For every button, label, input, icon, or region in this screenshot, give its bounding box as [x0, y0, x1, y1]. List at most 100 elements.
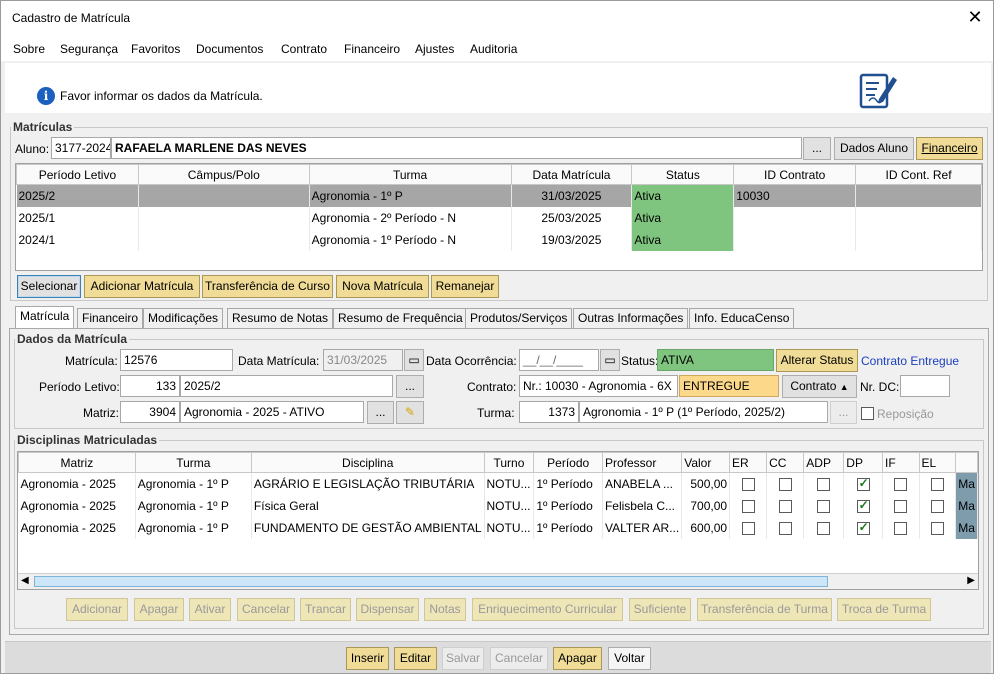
col-er[interactable]: ER [729, 452, 768, 473]
troca-turma-button[interactable]: Troca de Turma [837, 598, 931, 621]
notas-button[interactable]: Notas [424, 598, 466, 621]
turma-search-button[interactable]: ... [830, 401, 857, 424]
table-row[interactable]: Agronomia - 2025 Agronomia - 1º P Física… [18, 494, 978, 517]
periodo-code-field[interactable]: 133 [120, 375, 180, 397]
tab-info-educacenso[interactable]: Info. EducaCenso [689, 308, 795, 328]
turma-field[interactable]: Agronomia - 1º P (1º Período, 2025/2) [579, 401, 828, 423]
el-checkbox[interactable] [930, 477, 944, 491]
dp-checkbox[interactable] [856, 476, 870, 491]
col-id-contrato[interactable]: ID Contrato [733, 164, 857, 185]
tab-matricula[interactable]: Matrícula [15, 306, 75, 328]
cc-checkbox[interactable] [778, 477, 792, 491]
col-matriz[interactable]: Matriz [18, 452, 136, 473]
contrato-entregue-link[interactable]: Contrato Entregue [861, 354, 959, 368]
editar-button[interactable]: Editar [394, 647, 437, 670]
menu-documentos[interactable]: Documentos [196, 42, 263, 56]
menu-favoritos[interactable]: Favoritos [131, 42, 180, 56]
adicionar-disciplina-button[interactable]: Adicionar [66, 598, 128, 621]
el-checkbox[interactable] [930, 499, 944, 513]
matriz-code-field[interactable]: 3904 [120, 401, 180, 423]
periodo-field[interactable]: 2025/2 [180, 375, 393, 397]
horizontal-scrollbar[interactable]: ◀ ▶ [18, 573, 978, 589]
transferencia-curso-button[interactable]: Transferência de Curso [202, 275, 333, 298]
close-icon[interactable]: ✕ [965, 7, 985, 27]
adicionar-matricula-button[interactable]: Adicionar Matrícula [84, 275, 200, 298]
if-checkbox[interactable] [894, 477, 908, 491]
col-campus[interactable]: Câmpus/Polo [137, 164, 310, 185]
menu-financeiro[interactable]: Financeiro [344, 42, 400, 56]
matriz-search-button[interactable]: ... [367, 401, 394, 424]
menu-contrato[interactable]: Contrato [281, 42, 327, 56]
tab-produtos-servicos[interactable]: Produtos/Serviços [465, 308, 573, 328]
scroll-right-icon[interactable]: ▶ [967, 575, 975, 586]
apagar-disciplina-button[interactable]: Apagar [134, 598, 184, 621]
col-periodo[interactable]: Período Letivo [16, 164, 139, 185]
matricula-field[interactable]: 12576 [120, 349, 233, 371]
scrollbar-thumb[interactable] [34, 576, 828, 587]
cancelar-button[interactable]: Cancelar [490, 647, 548, 670]
col-turma[interactable]: Turma [134, 452, 252, 473]
dados-aluno-button[interactable]: Dados Aluno [834, 137, 914, 160]
aluno-search-button[interactable]: ... [803, 137, 831, 160]
col-professor[interactable]: Professor [601, 452, 683, 473]
selecionar-button[interactable]: Selecionar [17, 275, 81, 298]
col-adp[interactable]: ADP [803, 452, 845, 473]
ativar-button[interactable]: Ativar [189, 598, 231, 621]
aluno-name-field[interactable]: RAFAELA MARLENE DAS NEVES [111, 137, 802, 159]
col-turma[interactable]: Turma [308, 164, 512, 185]
dp-checkbox[interactable] [856, 498, 870, 513]
transferencia-turma-button[interactable]: Transferência de Turma [697, 598, 832, 621]
tab-modificacoes[interactable]: Modificações [143, 308, 224, 328]
dispensar-button[interactable]: Dispensar [356, 598, 419, 621]
if-checkbox[interactable] [894, 499, 908, 513]
er-checkbox[interactable] [741, 521, 755, 535]
col-if[interactable]: IF [882, 452, 920, 473]
turma-code-field[interactable]: 1373 [519, 401, 579, 423]
contrato-dropdown-button[interactable]: Contrato ▲ [782, 375, 857, 398]
er-checkbox[interactable] [741, 499, 755, 513]
matriz-field[interactable]: Agronomia - 2025 - ATIVO [180, 401, 364, 423]
adp-checkbox[interactable] [817, 521, 831, 535]
col-el[interactable]: EL [918, 452, 957, 473]
calendar-icon[interactable]: ▭ [404, 349, 424, 371]
periodo-search-button[interactable]: ... [396, 375, 424, 398]
menu-sobre[interactable]: Sobre [13, 42, 45, 56]
col-data[interactable]: Data Matrícula [510, 164, 633, 185]
adp-checkbox[interactable] [817, 499, 831, 513]
table-row[interactable]: Agronomia - 2025 Agronomia - 1º P FUNDAM… [18, 516, 978, 539]
inserir-button[interactable]: Inserir [346, 647, 389, 670]
tab-resumo-notas[interactable]: Resumo de Notas [227, 308, 334, 328]
el-checkbox[interactable] [930, 521, 944, 535]
nr-dc-field[interactable] [900, 375, 950, 397]
pencil-icon[interactable]: ✎ [396, 401, 424, 424]
col-status[interactable]: Status [631, 164, 735, 185]
col-cc[interactable]: CC [766, 452, 805, 473]
col-dp[interactable]: DP [843, 452, 884, 473]
table-row[interactable]: 2024/1 Agronomia - 1º Período - N 19/03/… [16, 228, 982, 251]
apagar-button[interactable]: Apagar [553, 647, 602, 670]
col-periodo[interactable]: Período [533, 452, 603, 473]
nova-matricula-button[interactable]: Nova Matrícula [336, 275, 429, 298]
tab-financeiro[interactable]: Financeiro [77, 308, 144, 328]
suficiente-button[interactable]: Suficiente [629, 598, 691, 621]
if-checkbox[interactable] [894, 521, 908, 535]
table-row[interactable]: 2025/1 Agronomia - 2º Período - N 25/03/… [16, 206, 982, 229]
tab-outras-informacoes[interactable]: Outras Informações [573, 308, 689, 328]
cc-checkbox[interactable] [778, 521, 792, 535]
menu-ajustes[interactable]: Ajustes [415, 42, 454, 56]
col-extra[interactable] [955, 452, 978, 473]
menu-seguranca[interactable]: Segurança [60, 42, 118, 56]
dp-checkbox[interactable] [856, 520, 870, 535]
menu-auditoria[interactable]: Auditoria [470, 42, 517, 56]
financeiro-button[interactable]: Financeiro [916, 137, 983, 160]
table-row[interactable]: 2025/2 Agronomia - 1º P 31/03/2025 Ativa… [16, 184, 982, 207]
enriquecimento-curricular-button[interactable]: Enriquecimento Curricular [472, 598, 623, 621]
col-turno[interactable]: Turno [483, 452, 535, 473]
data-ocorrencia-field[interactable]: __/__/____ [519, 349, 599, 371]
scroll-left-icon[interactable]: ◀ [21, 575, 29, 586]
aluno-code-field[interactable]: 3177-2024 [51, 137, 111, 159]
adp-checkbox[interactable] [817, 477, 831, 491]
col-id-ref[interactable]: ID Cont. Ref [855, 164, 982, 185]
col-disciplina[interactable]: Disciplina [250, 452, 485, 473]
salvar-button[interactable]: Salvar [442, 647, 484, 670]
